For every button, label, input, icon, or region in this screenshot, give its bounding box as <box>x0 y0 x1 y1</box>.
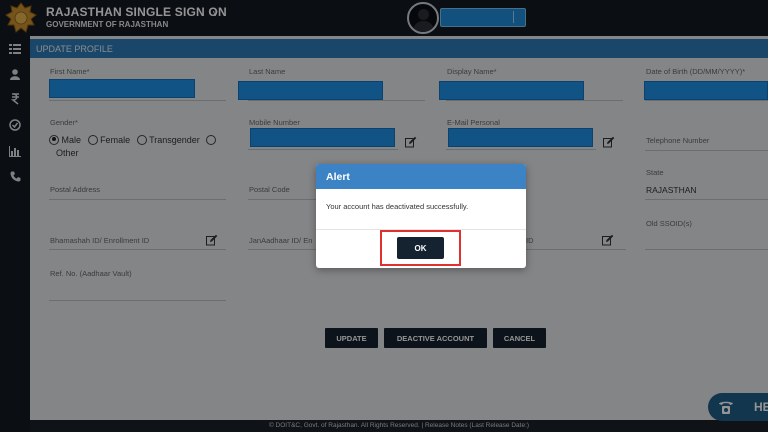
ok-button[interactable]: OK <box>397 237 444 259</box>
alert-message: Your account has deactivated successfull… <box>326 202 469 211</box>
alert-title: Alert <box>316 164 526 189</box>
alert-dialog: Alert Your account has deactivated succe… <box>316 164 526 268</box>
